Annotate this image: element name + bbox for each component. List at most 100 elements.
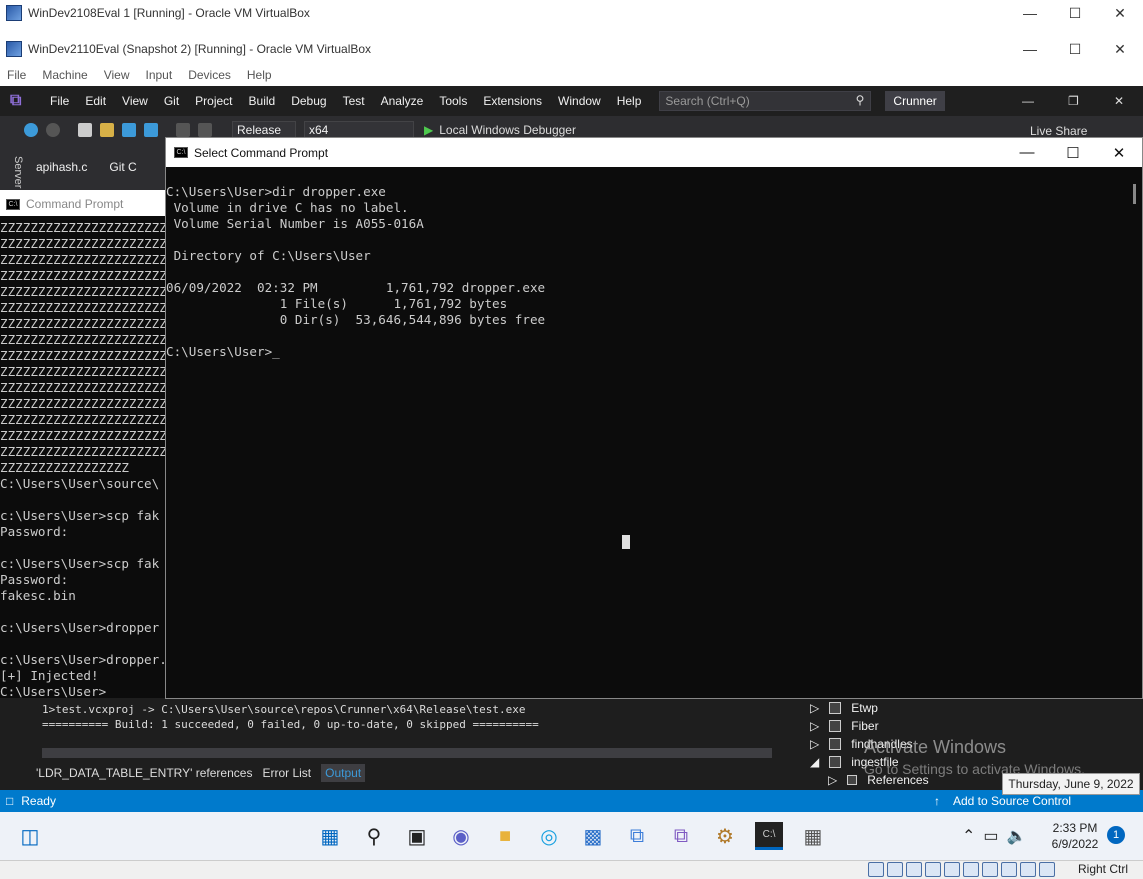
tree-item-etwp[interactable]: ▷ Etwp [810, 699, 878, 717]
tree-item-fiber[interactable]: ▷ Fiber [810, 717, 879, 735]
start-button-icon[interactable]: ▦ [316, 822, 344, 850]
add-to-source-control-button[interactable]: Add to Source Control [953, 794, 1071, 808]
recording-icon[interactable] [982, 862, 998, 877]
open-folder-icon[interactable] [100, 123, 114, 137]
tab-references[interactable]: 'LDR_DATA_TABLE_ENTRY' references [36, 766, 252, 780]
tab-apihash[interactable]: apihash.c [36, 160, 87, 174]
server-explorer-tab[interactable]: Server [8, 156, 24, 192]
outer-vbox-titlebar[interactable]: WinDev2108Eval 1 [Running] - Oracle VM V… [0, 0, 1143, 26]
bg-cmd-line: Password: [0, 524, 69, 539]
expand-icon[interactable]: ▷ [810, 719, 819, 733]
vs-menu-debug[interactable]: Debug [283, 94, 334, 108]
redo-icon[interactable] [198, 123, 212, 137]
new-project-icon[interactable] [78, 123, 92, 137]
vscode-icon[interactable]: ⧉ [623, 822, 651, 850]
bg-cmd-titlebar[interactable]: C:\ Command Prompt [0, 192, 165, 216]
search-icon: ⚲ [855, 93, 865, 107]
store-icon[interactable]: ▩ [579, 822, 607, 850]
notification-badge[interactable]: 1 [1107, 826, 1125, 844]
vbox-menu-file[interactable]: File [7, 68, 26, 82]
save-all-icon[interactable] [144, 123, 158, 137]
bg-cmd-line: ZZZZZZZZZZZZZZZZZZZZZZZ [0, 396, 165, 411]
fg-cmd-console[interactable]: C:\Users\User>dir dropper.exe Volume in … [166, 167, 1142, 698]
tools-icon[interactable]: ⚙ [711, 822, 739, 850]
bg-cmd-console[interactable]: ZZZZZZZZZZZZZZZZZZZZZZZ ZZZZZZZZZZZZZZZZZ… [0, 216, 165, 698]
forward-icon[interactable] [46, 123, 60, 137]
maximize-button[interactable]: ☐ [1052, 36, 1098, 62]
vs-menu-help[interactable]: Help [609, 94, 650, 108]
network-icon[interactable]: ▭ [983, 826, 998, 846]
maximize-button[interactable]: ☐ [1050, 138, 1096, 167]
vs-menu-build[interactable]: Build [241, 94, 284, 108]
minimize-button[interactable]: — [1007, 0, 1053, 26]
virtualbox-icon [6, 5, 22, 21]
host-key-icon[interactable] [1039, 862, 1055, 877]
vs-menu-file[interactable]: File [42, 94, 77, 108]
mouse-integration-icon[interactable] [1001, 862, 1017, 877]
search-icon[interactable]: ⚲ [360, 822, 388, 850]
tab-output[interactable]: Output [321, 764, 366, 782]
tab-error-list[interactable]: Error List [262, 766, 311, 780]
vs-menu-analyze[interactable]: Analyze [373, 94, 432, 108]
vbox-menu-view[interactable]: View [104, 68, 130, 82]
volume-icon[interactable]: 🔈 [1007, 826, 1027, 846]
vs-menu-git[interactable]: Git [156, 94, 187, 108]
vbox-menu-input[interactable]: Input [146, 68, 173, 82]
expand-icon[interactable]: ▷ [810, 737, 819, 751]
vbox-menu-devices[interactable]: Devices [188, 68, 231, 82]
chat-icon[interactable]: ◉ [447, 822, 475, 850]
tray-chevron-icon[interactable]: ⌃ [962, 826, 975, 846]
expand-icon[interactable]: ▷ [810, 701, 819, 715]
output-line: ========== Build: 1 succeeded, 0 failed,… [42, 718, 539, 731]
date-tooltip: Thursday, June 9, 2022 [1002, 773, 1140, 795]
vs-restore-button[interactable]: ❐ [1068, 94, 1079, 108]
undo-icon[interactable] [176, 123, 190, 137]
vs-menu-window[interactable]: Window [550, 94, 609, 108]
play-icon[interactable]: ▶ [424, 123, 433, 137]
taskbar-clock[interactable]: 2:33 PM 6/9/2022 [1040, 820, 1110, 852]
save-icon[interactable] [122, 123, 136, 137]
display-icon[interactable] [963, 862, 979, 877]
collapse-icon[interactable]: ◢ [810, 755, 819, 769]
audio-icon[interactable] [887, 862, 903, 877]
tab-git-changes[interactable]: Git C [109, 160, 136, 174]
vs-menu-extensions[interactable]: Extensions [475, 94, 550, 108]
vs-menu-project[interactable]: Project [187, 94, 240, 108]
vs-close-button[interactable]: ✕ [1114, 94, 1124, 108]
back-icon[interactable] [24, 123, 38, 137]
vs-menu-tools[interactable]: Tools [431, 94, 475, 108]
maximize-button[interactable]: ☐ [1052, 0, 1098, 26]
shared-folders-icon[interactable] [944, 862, 960, 877]
debugger-button[interactable]: Local Windows Debugger [439, 123, 576, 137]
vs-minimize-button[interactable]: — [1022, 94, 1034, 108]
close-button[interactable]: ✕ [1097, 0, 1143, 26]
edge-icon[interactable]: ◎ [535, 822, 563, 850]
expand-icon[interactable]: ▷ [828, 773, 837, 787]
usb-icon[interactable] [925, 862, 941, 877]
vbox-menu-help[interactable]: Help [247, 68, 272, 82]
output-horizontal-scrollbar[interactable] [42, 748, 772, 758]
terminal-icon[interactable]: C:\ [755, 822, 783, 850]
live-share-button[interactable]: Live Share [1030, 124, 1087, 138]
inner-vbox-titlebar[interactable]: WinDev2110Eval (Snapshot 2) [Running] - … [0, 36, 1143, 62]
network-adapter-icon[interactable] [906, 862, 922, 877]
vs-menu-test[interactable]: Test [335, 94, 373, 108]
optical-drive-icon[interactable] [868, 862, 884, 877]
minimize-button[interactable]: — [1004, 138, 1050, 167]
close-button[interactable]: ✕ [1096, 138, 1142, 167]
minimize-button[interactable]: — [1007, 36, 1053, 62]
vs-menu-edit[interactable]: Edit [77, 94, 114, 108]
scroll-thumb[interactable] [1133, 184, 1136, 204]
calculator-icon[interactable]: ▦ [799, 822, 827, 850]
close-button[interactable]: ✕ [1097, 36, 1143, 62]
fg-cmd-titlebar[interactable]: C:\ Select Command Prompt — ☐ ✕ [166, 138, 1142, 167]
keyboard-icon[interactable] [1020, 862, 1036, 877]
file-explorer-icon[interactable]: ■ [491, 822, 519, 850]
show-desktop-icon[interactable]: ◫ [16, 822, 44, 850]
vbox-menu-machine[interactable]: Machine [42, 68, 87, 82]
visual-studio-icon[interactable]: ⧉ [667, 822, 695, 850]
vs-menu-view[interactable]: View [114, 94, 156, 108]
vs-search-box[interactable]: Search (Ctrl+Q) ⚲ [659, 91, 872, 111]
task-view-icon[interactable]: ▣ [403, 822, 431, 850]
fg-cmd-scrollbar[interactable] [1129, 182, 1139, 697]
